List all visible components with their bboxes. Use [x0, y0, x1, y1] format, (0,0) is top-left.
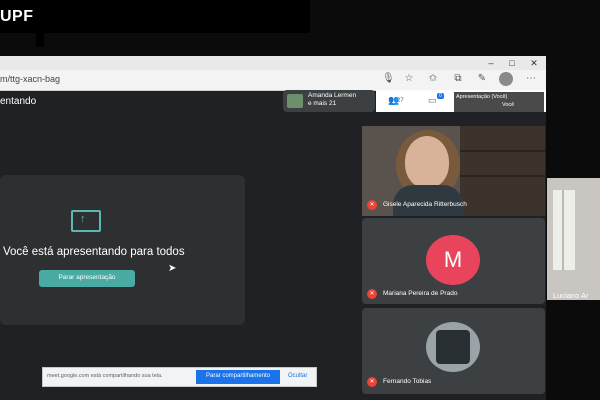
window-frame — [562, 190, 564, 270]
stop-sharing-label[interactable]: Parar compartilhamento — [196, 373, 280, 379]
arrow-up-icon: ↑ — [80, 213, 86, 225]
header-notch — [36, 33, 44, 47]
chat-icon[interactable]: ▭ — [428, 95, 437, 106]
window-background — [553, 190, 575, 270]
minimize-icon[interactable]: – — [484, 56, 498, 70]
hide-link[interactable]: Ocultar — [288, 373, 307, 379]
participant-avatar: M — [426, 235, 480, 285]
participant-name: Fernando Tobias — [383, 378, 432, 385]
participant-face — [405, 136, 449, 188]
chat-badge: 0 — [437, 93, 444, 99]
star-icon[interactable]: ☆ — [403, 73, 415, 85]
browser-titlebar — [0, 56, 546, 70]
extension-icon[interactable]: ✎ — [476, 73, 488, 85]
participant-name: Gisele Aparecida Ritterbusch — [383, 201, 467, 208]
chip-name-line2: e mais 21 — [308, 100, 337, 107]
participant-chip-name: Amanda Lermen e mais 21 — [308, 92, 372, 108]
mic-off-icon: ✕ — [367, 377, 377, 387]
close-icon[interactable]: ✕ — [527, 56, 541, 70]
header-title: UPF — [0, 8, 34, 25]
url-text[interactable]: m/ttg-xacn-bag — [0, 74, 60, 84]
presenting-status: entando — [0, 96, 37, 107]
screen-share-message: meet.google.com está compartilhando sua … — [47, 373, 163, 379]
present-screen-icon — [71, 210, 101, 232]
participant-thumbnail — [287, 94, 303, 108]
more-icon[interactable]: ⋯ — [525, 73, 537, 85]
maximize-icon[interactable]: □ — [505, 56, 519, 70]
mic-off-icon: ✕ — [367, 289, 377, 299]
stop-presenting-label[interactable]: Parar apresentação — [39, 274, 135, 281]
microphone-icon[interactable]: 🎙 — [382, 73, 395, 85]
participant-name: Mariana Pereira de Prado — [383, 290, 458, 297]
side-participant-name: Luciano Ar — [553, 291, 589, 300]
mic-off-icon: ✕ — [367, 200, 377, 210]
avatar-image — [436, 330, 470, 364]
presentation-label: Apresentação (Você) — [456, 94, 508, 100]
self-label: Você — [502, 102, 515, 108]
shelf-divider — [460, 150, 545, 152]
people-count: 27 — [397, 98, 404, 104]
favorites-icon[interactable]: ✩ — [427, 73, 439, 85]
bookshelf — [460, 126, 545, 216]
chip-name-line1: Amanda Lermen — [308, 92, 357, 99]
collections-icon[interactable]: ⧉ — [452, 73, 464, 85]
channel-header — [0, 0, 310, 33]
mouse-cursor-icon: ➤ — [168, 263, 177, 274]
profile-avatar[interactable] — [499, 72, 513, 86]
address-bar[interactable] — [0, 70, 546, 91]
presenting-message: Você está apresentando para todos — [3, 246, 185, 258]
shelf-divider — [460, 175, 545, 177]
